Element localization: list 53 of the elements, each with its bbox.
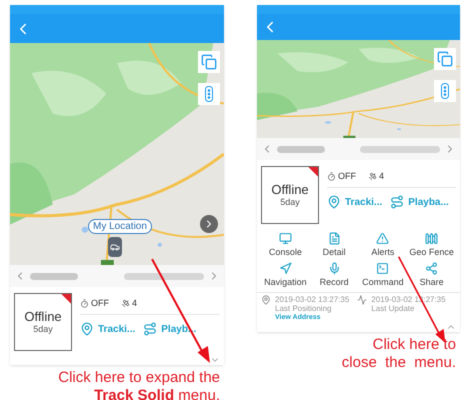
positioning-time: 2019-03-02 13:27:35	[275, 295, 350, 304]
device-selector[interactable]	[10, 265, 224, 287]
blurred-name	[277, 146, 325, 152]
caption-line: Click here to expand the	[58, 369, 220, 387]
menu-item[interactable]: Detail	[310, 232, 358, 258]
navigation-icon	[278, 262, 292, 275]
update-label: Last Update	[371, 304, 416, 313]
traffic-light-icon	[441, 83, 449, 99]
device-selector[interactable]	[257, 138, 460, 160]
layers-icon	[437, 51, 453, 67]
menu-item[interactable]: Navigation	[261, 262, 310, 288]
status-text: Offline	[24, 309, 62, 324]
duration-text: 5day	[280, 197, 300, 208]
acc-status: OFF	[91, 296, 109, 310]
satellite-icon	[121, 299, 130, 308]
menu-item[interactable]: Command	[358, 262, 408, 288]
record-icon	[328, 262, 341, 275]
console-icon	[278, 232, 292, 245]
satellite-icon	[368, 172, 377, 181]
menu-item[interactable]: Alerts	[358, 232, 408, 258]
route-icon	[143, 322, 158, 336]
menu-item[interactable]: Geo Fence	[407, 232, 456, 258]
map-layers-button[interactable]	[434, 48, 456, 70]
caption-line: Click here to	[372, 336, 456, 354]
alerts-icon	[376, 232, 390, 245]
detail-icon	[328, 232, 341, 245]
satellite-count: 4	[132, 296, 138, 310]
traffic-button[interactable]	[198, 83, 220, 105]
map-layers-button[interactable]	[198, 51, 220, 73]
satellite-count: 4	[379, 170, 384, 183]
traffic-light-icon	[205, 86, 213, 102]
location-pin-icon	[261, 295, 271, 305]
menu-item[interactable]: Record	[310, 262, 358, 288]
vehicle-marker-icon	[108, 237, 122, 257]
positioning-label: Last Positioning	[275, 304, 332, 313]
route-icon	[390, 195, 404, 209]
menu-item[interactable]: Console	[261, 232, 310, 258]
share-icon	[425, 262, 438, 275]
status-text: Offline	[271, 182, 309, 197]
fence-icon	[425, 232, 438, 245]
map-pin-icon	[327, 195, 341, 209]
duration-text: 5day	[33, 324, 53, 335]
pulse-icon	[357, 295, 368, 305]
caption-line: Track Solid menu.	[94, 387, 220, 400]
blurred-name	[30, 272, 78, 280]
acc-status: OFF	[338, 170, 356, 183]
layers-icon	[201, 54, 217, 70]
map-pin-icon	[80, 322, 94, 336]
command-icon	[376, 262, 390, 275]
traffic-button[interactable]	[434, 80, 456, 102]
caption-line: close the menu.	[342, 354, 456, 372]
menu-item[interactable]: Share	[407, 262, 456, 288]
my-location-label: My Location	[88, 219, 152, 234]
